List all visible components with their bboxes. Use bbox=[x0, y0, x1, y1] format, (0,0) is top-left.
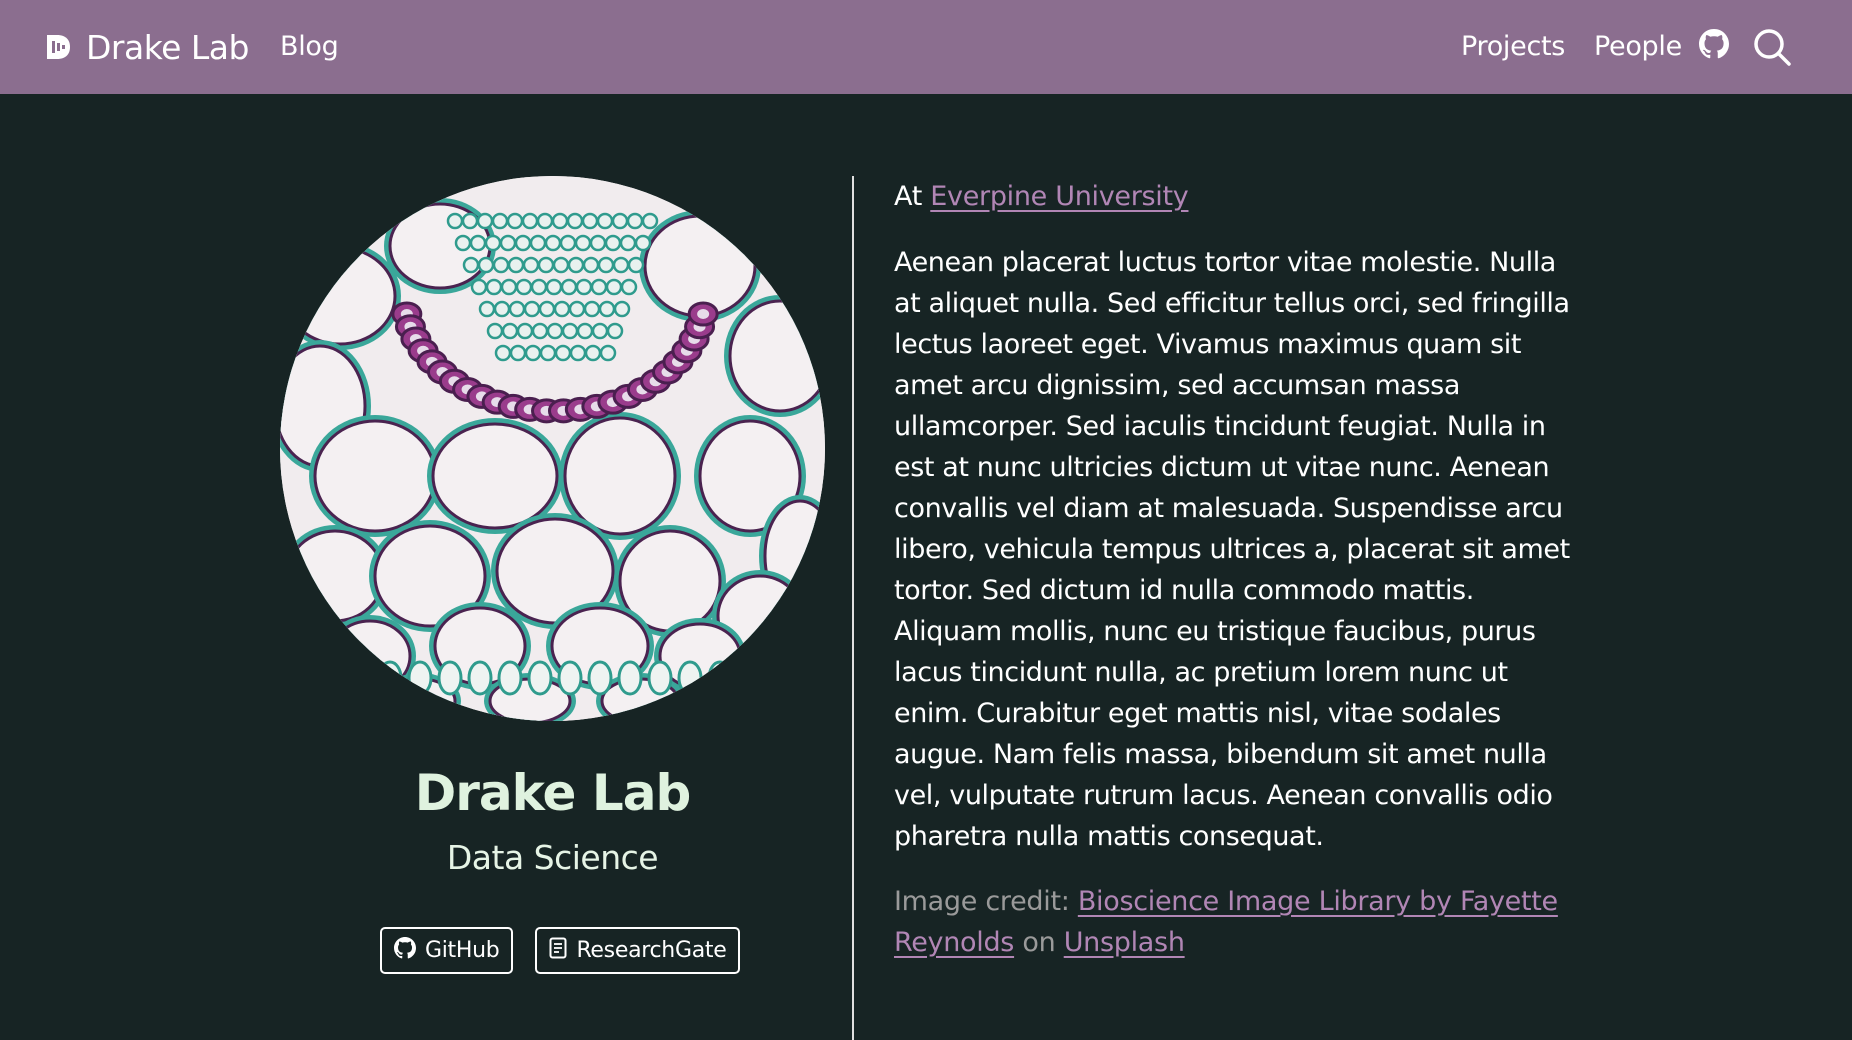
search-icon[interactable] bbox=[1752, 27, 1792, 67]
affiliation-prefix: At bbox=[894, 181, 922, 212]
credit-prefix: Image credit: bbox=[894, 886, 1070, 917]
researchgate-button-label: ResearchGate bbox=[576, 938, 727, 963]
brand-link[interactable]: Drake Lab bbox=[44, 22, 249, 72]
github-icon bbox=[394, 936, 416, 965]
researchgate-button[interactable]: ResearchGate bbox=[535, 927, 741, 974]
affiliation-link[interactable]: Everpine University bbox=[930, 181, 1189, 212]
github-button[interactable]: GitHub bbox=[380, 927, 514, 974]
nav-link-blog[interactable]: Blog bbox=[280, 27, 339, 67]
document-icon bbox=[549, 937, 567, 965]
brand-name: Drake Lab bbox=[86, 27, 249, 67]
credit-on: on bbox=[1022, 927, 1056, 958]
bio-text: Aenean placerat luctus tortor vitae mole… bbox=[894, 247, 1570, 852]
column-divider bbox=[852, 176, 854, 1040]
navbar: Drake Lab Blog Projects People bbox=[0, 0, 1852, 94]
image-credit: Image credit: Bioscience Image Library b… bbox=[894, 881, 1570, 963]
profile-photo bbox=[280, 176, 825, 721]
lab-logo-icon bbox=[44, 32, 72, 62]
nav-link-people[interactable]: People bbox=[1594, 27, 1682, 67]
affiliation: At Everpine University bbox=[894, 176, 1570, 218]
github-button-label: GitHub bbox=[425, 938, 500, 963]
credit-site-link[interactable]: Unsplash bbox=[1064, 927, 1185, 958]
nav-link-projects[interactable]: Projects bbox=[1461, 27, 1565, 67]
lab-name-heading: Drake Lab bbox=[414, 764, 692, 822]
github-icon[interactable] bbox=[1699, 28, 1729, 60]
profile-links: GitHub ResearchGate bbox=[380, 927, 741, 974]
lab-subtitle: Data Science bbox=[446, 838, 659, 877]
about-section: At Everpine University Aenean placerat l… bbox=[894, 176, 1570, 963]
